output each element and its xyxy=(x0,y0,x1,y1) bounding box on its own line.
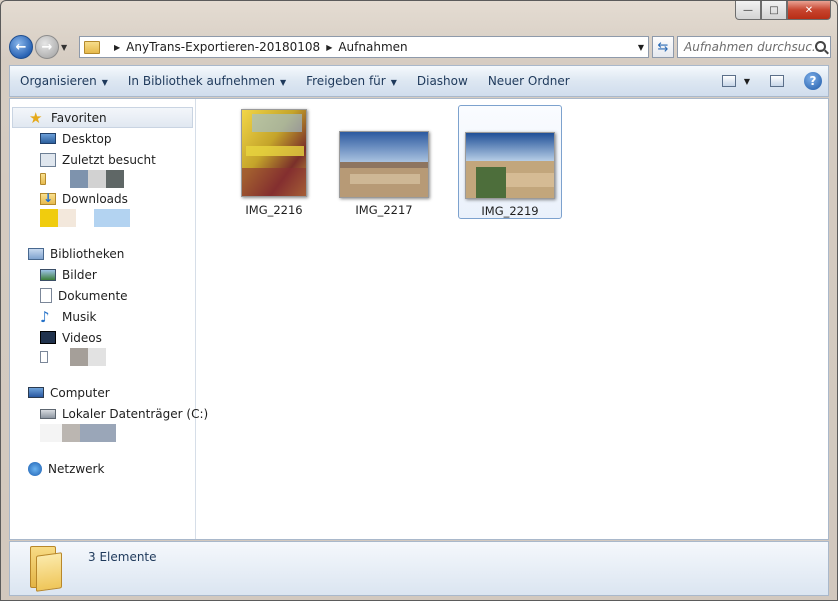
recent-places-icon xyxy=(40,152,56,167)
address-dropdown-icon[interactable]: ▼ xyxy=(638,43,644,52)
star-icon: ★ xyxy=(29,108,43,127)
view-options-icon[interactable] xyxy=(721,75,736,87)
music-note-icon: ♪ xyxy=(40,307,50,326)
file-list-view[interactable]: IMG_2216 IMG_2217 IMG_2219 xyxy=(196,99,828,539)
preview-pane-icon[interactable] xyxy=(770,75,784,87)
include-in-library-menu[interactable]: In Bibliothek aufnehmen ▼ xyxy=(118,74,296,88)
sidebar-item-documents[interactable]: Dokumente xyxy=(10,285,195,306)
command-bar: Organisieren ▼ In Bibliothek aufnehmen ▼ F… xyxy=(9,65,829,97)
computer-group: Computer Lokaler Datenträger (C:) xyxy=(10,382,208,442)
chevron-down-icon: ▼ xyxy=(390,78,397,87)
redacted-block xyxy=(40,209,58,227)
desktop-icon xyxy=(40,133,56,144)
chevron-down-icon[interactable]: ▼ xyxy=(744,77,750,86)
maximize-button[interactable]: □ xyxy=(761,1,787,20)
file-item-selected[interactable]: IMG_2219 xyxy=(458,105,562,219)
share-with-menu[interactable]: Freigeben für ▼ xyxy=(296,74,407,88)
video-icon xyxy=(40,331,56,344)
breadcrumb-segment[interactable]: AnyTrans-Exportieren-20180108 xyxy=(126,40,320,54)
new-folder-button[interactable]: Neuer Ordner xyxy=(478,74,580,88)
downloads-icon xyxy=(40,191,56,205)
redacted-block xyxy=(62,424,80,442)
pictures-icon xyxy=(40,268,56,281)
library-icon xyxy=(40,351,48,363)
sidebar-item-local-disk[interactable]: Lokaler Datenträger (C:) xyxy=(10,403,208,424)
file-name: IMG_2217 xyxy=(355,203,413,217)
redacted-block xyxy=(106,170,124,188)
redacted-block xyxy=(58,209,76,227)
folder-icon xyxy=(30,546,64,592)
document-icon xyxy=(40,288,52,303)
sidebar-item-music[interactable]: ♪ Musik xyxy=(10,306,195,327)
redacted-block xyxy=(40,424,62,442)
sidebar-item-pictures[interactable]: Bilder xyxy=(10,264,195,285)
sidebar-item-favorites[interactable]: ★ Favoriten xyxy=(12,107,193,128)
redacted-block xyxy=(70,170,88,188)
sidebar-item-network[interactable]: Netzwerk xyxy=(10,458,195,479)
search-input[interactable]: Aufnahmen durchsuc... xyxy=(677,36,831,58)
item-count: 3 Elemente xyxy=(88,550,157,564)
network-icon xyxy=(28,461,42,476)
redacted-block xyxy=(52,170,70,188)
chevron-right-icon[interactable]: ▶ xyxy=(114,43,120,52)
navigation-pane[interactable]: ★ Favoriten Desktop Zuletzt besucht ↓ Do… xyxy=(10,99,208,539)
forward-button[interactable]: → xyxy=(35,35,59,59)
sidebar-item-redacted[interactable] xyxy=(10,424,195,442)
search-placeholder: Aufnahmen durchsuc... xyxy=(684,40,824,54)
content-panes: ★ Favoriten Desktop Zuletzt besucht ↓ Do… xyxy=(9,98,829,540)
back-button[interactable]: ← xyxy=(9,35,33,59)
image-thumbnail xyxy=(465,132,555,199)
redacted-block xyxy=(54,348,70,366)
explorer-window: — □ ✕ ← → ▼ ▶ AnyTrans-Exportieren-20180… xyxy=(0,0,838,601)
file-item[interactable]: IMG_2216 xyxy=(222,105,326,219)
sidebar-item-computer[interactable]: Computer xyxy=(10,382,195,403)
redacted-block xyxy=(70,348,88,366)
libraries-icon xyxy=(28,247,44,260)
sidebar-item-videos[interactable]: Videos xyxy=(10,327,195,348)
file-name: IMG_2216 xyxy=(245,203,303,217)
refresh-button[interactable]: ⇆ xyxy=(652,36,674,58)
navigation-bar: ← → ▼ ▶ AnyTrans-Exportieren-20180108 ▶ … xyxy=(9,34,831,60)
sidebar-item-desktop[interactable]: Desktop xyxy=(10,128,195,149)
slideshow-button[interactable]: Diashow xyxy=(407,74,478,88)
chevron-down-icon: ▼ xyxy=(279,78,287,87)
network-group: Netzwerk xyxy=(10,458,195,479)
folder-icon xyxy=(40,173,46,185)
help-icon[interactable]: ? xyxy=(804,72,822,90)
file-item[interactable]: IMG_2217 xyxy=(332,105,436,219)
folder-icon xyxy=(84,40,100,54)
breadcrumb-segment[interactable]: Aufnahmen xyxy=(338,40,407,54)
recent-pages-dropdown[interactable]: ▼ xyxy=(61,43,71,52)
sidebar-item-libraries[interactable]: Bibliotheken xyxy=(10,243,195,264)
image-thumbnail xyxy=(339,131,429,198)
favorites-group: ★ Favoriten Desktop Zuletzt besucht ↓ Do… xyxy=(10,107,195,227)
minimize-button[interactable]: — xyxy=(735,1,761,20)
computer-icon xyxy=(28,387,44,398)
drive-icon xyxy=(40,408,56,419)
redacted-block xyxy=(88,348,106,366)
details-pane: 3 Elemente xyxy=(9,541,829,596)
caption-buttons: — □ ✕ xyxy=(735,1,831,20)
libraries-group: Bibliotheken Bilder Dokumente ♪ Musik Vi… xyxy=(10,243,195,366)
redacted-block xyxy=(88,170,106,188)
close-button[interactable]: ✕ xyxy=(787,1,831,20)
redacted-block xyxy=(94,209,130,227)
sidebar-item-downloads[interactable]: Downloads xyxy=(10,188,195,209)
search-icon[interactable] xyxy=(815,41,826,52)
image-thumbnail xyxy=(241,109,307,197)
redacted-block xyxy=(76,209,94,227)
sidebar-item-redacted[interactable] xyxy=(10,170,195,188)
sidebar-item-redacted[interactable] xyxy=(10,209,195,227)
redacted-block xyxy=(80,424,116,442)
chevron-down-icon: ▼ xyxy=(101,78,108,87)
chevron-right-icon[interactable]: ▶ xyxy=(326,43,332,52)
organize-menu[interactable]: Organisieren ▼ xyxy=(10,74,118,88)
file-name: IMG_2219 xyxy=(481,204,539,218)
address-bar[interactable]: ▶ AnyTrans-Exportieren-20180108 ▶ Aufnah… xyxy=(79,36,649,58)
sidebar-item-recent[interactable]: Zuletzt besucht xyxy=(10,149,195,170)
sidebar-item-redacted[interactable] xyxy=(10,348,195,366)
